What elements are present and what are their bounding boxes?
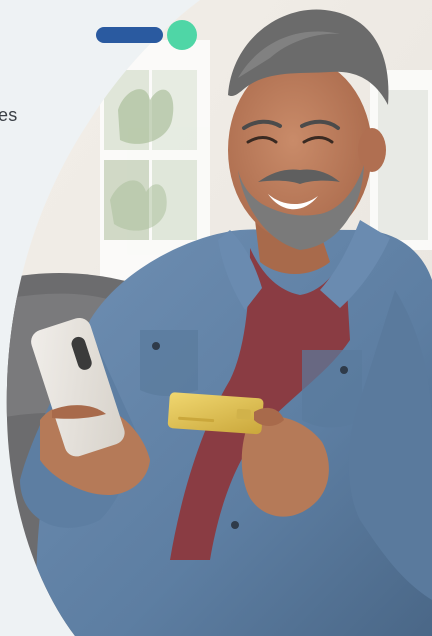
carousel-pager [96,20,197,50]
carousel-indicator[interactable] [167,20,197,50]
hero-photo [0,0,432,636]
hero-stage: es [0,0,432,636]
carousel-indicator-active[interactable] [96,27,163,43]
